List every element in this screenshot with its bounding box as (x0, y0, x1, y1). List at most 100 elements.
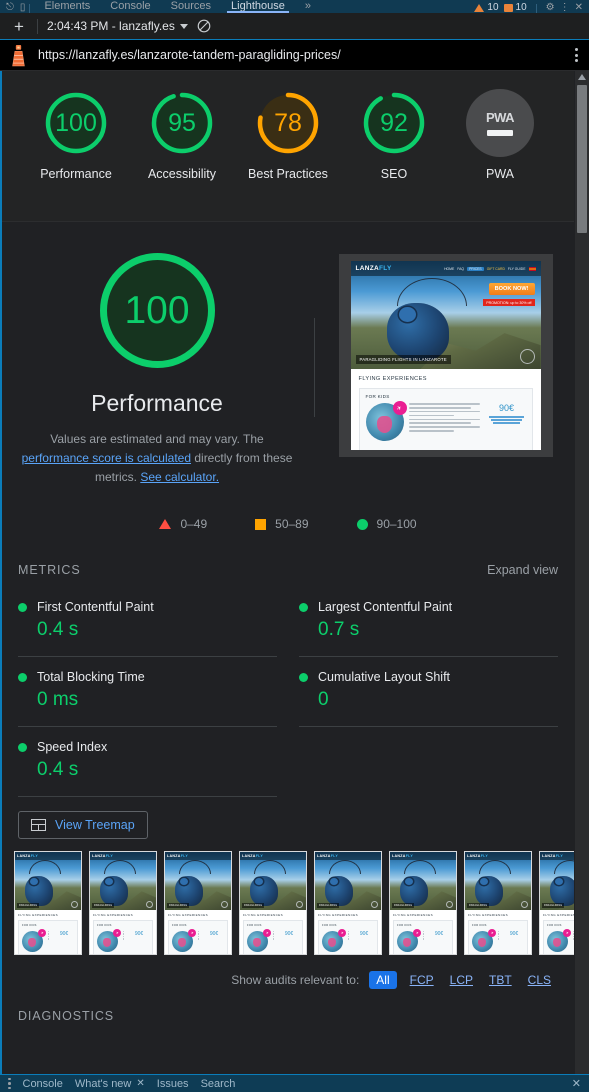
paraglider-badge-icon (392, 401, 407, 415)
filmstrip-frame[interactable]: LANZAFLYPARAGLIDING FLYING EXPERIENCESFO… (14, 851, 82, 955)
scrollbar-thumb[interactable] (577, 85, 587, 233)
audit-filter-fcp[interactable]: FCP (407, 972, 437, 988)
clear-icon[interactable] (197, 19, 211, 33)
gauge-performance[interactable]: 100 Performance (36, 89, 116, 182)
gauge-seo[interactable]: 92 SEO (354, 89, 434, 182)
site-nav-item-home: HOME (444, 266, 455, 271)
drawer-tab-issues[interactable]: Issues (157, 1078, 189, 1090)
report-selector[interactable]: 2:04:43 PM - lanzafly.es (47, 19, 188, 33)
performance-score-calculated-link[interactable]: performance score is calculated (22, 451, 191, 465)
view-treemap-label: View Treemap (55, 818, 135, 832)
site-kids-card: FOR KIDS ✈ 90€ (358, 388, 533, 450)
audit-filter-all[interactable]: All (369, 971, 397, 989)
new-report-button[interactable]: + (10, 18, 28, 35)
devtools-more-tabs-button[interactable]: » (295, 0, 321, 13)
drawer-tab-console[interactable]: Console (23, 1078, 63, 1090)
audit-filter-cls[interactable]: CLS (525, 972, 554, 988)
warning-badge[interactable]: 10 (474, 2, 499, 13)
drawer-tab-label: What's new (74, 1077, 132, 1090)
drawer-tab-search[interactable]: Search (201, 1078, 236, 1090)
metric-value: 0 ms (37, 689, 79, 710)
more-vertical-icon[interactable]: ⋮ (560, 2, 570, 13)
gauge-label-accessibility: Accessibility (147, 167, 217, 181)
metric-name: Total Blocking Time (37, 670, 145, 684)
gauge-ring-performance: 100 (42, 89, 110, 157)
devtools-tab-sources[interactable]: Sources (161, 0, 221, 13)
inspect-icon[interactable]: ⎋ (6, 2, 14, 13)
category-score-gauges: 100 Performance 95 Accessibility 78 Best… (2, 71, 574, 222)
kebab-menu-icon[interactable] (573, 46, 580, 64)
audit-filter-lcp[interactable]: LCP (447, 972, 476, 988)
final-screenshot-panel: LANZAFLY HOME FAQ PRICES GIFT CARD FLY G… (333, 248, 558, 487)
gear-icon[interactable]: ⚙ (546, 2, 555, 13)
metric-empty-slot (299, 727, 558, 797)
screenshot-filmstrip: LANZAFLY PARAGLIDING FLYING EXPERIENCES FO… (2, 839, 574, 955)
devtools-tab-console[interactable]: Console (100, 0, 160, 13)
final-screenshot: LANZAFLY HOME FAQ PRICES GIFT CARD FLY G… (350, 261, 541, 450)
gauge-ring-best-practices: 78 (254, 89, 322, 157)
status-dot-pass-icon (18, 602, 27, 612)
gauge-label-seo: SEO (380, 167, 408, 181)
filmstrip-frame[interactable]: LANZAFLYPARAGLIDING FLYING EXPERIENCESFO… (464, 851, 532, 955)
performance-summary: 100 Performance Values are estimated and… (18, 248, 296, 487)
device-toolbar-icon[interactable]: ▯ (20, 2, 26, 13)
site-nav-item-prices: PRICES (467, 266, 484, 271)
view-treemap-button[interactable]: View Treemap (18, 811, 148, 839)
site-nav-item-faq: FAQ (457, 266, 465, 271)
devtools-tab-lighthouse[interactable]: Lighthouse (221, 0, 295, 13)
language-flag-icon (528, 266, 536, 271)
site-logo: LANZAFLY (356, 265, 392, 272)
metric-largest-contentful-paint[interactable]: Largest Contentful Paint 0.7 s (299, 587, 558, 657)
site-price-note (488, 416, 526, 424)
gauge-accessibility[interactable]: 95 Accessibility (142, 89, 222, 182)
site-section-title: FLYING EXPERIENCES (358, 376, 427, 382)
filmstrip-frame[interactable]: LANZAFLYPARAGLIDING FLYING EXPERIENCESFO… (389, 851, 457, 955)
divider (37, 18, 38, 34)
metric-speed-index[interactable]: Speed Index 0.4 s (18, 727, 277, 797)
divider (314, 318, 315, 417)
filmstrip-frame[interactable]: LANZAFLYPARAGLIDING FLYING EXPERIENCESFO… (314, 851, 382, 955)
metric-total-blocking-time[interactable]: Total Blocking Time 0 ms (18, 657, 277, 727)
filmstrip-frame[interactable]: LANZAFLYPARAGLIDING FLYING EXPERIENCESFO… (239, 851, 307, 955)
metric-cumulative-layout-shift[interactable]: Cumulative Layout Shift 0 (299, 657, 558, 727)
filmstrip-frame[interactable]: LANZAFLYPARAGLIDING FLYING EXPERIENCESFO… (164, 851, 232, 955)
gauge-pwa[interactable]: PWA PWA (460, 89, 540, 182)
devtools-tab-elements[interactable]: Elements (34, 0, 100, 13)
gauge-best-practices[interactable]: 78 Best Practices (248, 89, 328, 182)
metric-name: Cumulative Layout Shift (318, 670, 451, 684)
gauge-score-seo: 92 (380, 108, 408, 137)
audit-filter-tbt[interactable]: TBT (486, 972, 515, 988)
gauge-label-pwa: PWA (485, 167, 514, 181)
filmstrip-frame[interactable]: LANZAFLYPARAGLIDING FLYING EXPERIENCESFO… (539, 851, 574, 955)
drawer-close-icon[interactable]: ✕ (572, 1077, 581, 1090)
close-icon[interactable]: ✕ (136, 1078, 144, 1089)
close-icon[interactable]: ✕ (575, 2, 583, 13)
status-dot-pass-icon (18, 742, 27, 752)
lighthouse-icon (12, 44, 25, 66)
promo-banner: PROMOTION: up to 30% off (483, 299, 535, 306)
drawer-tab-label: Search (200, 1077, 236, 1090)
metric-first-contentful-paint[interactable]: First Contentful Paint 0.4 s (18, 587, 277, 657)
error-badge[interactable]: 10 (503, 2, 527, 13)
error-square-icon (503, 3, 513, 12)
page-title: Performance (91, 390, 223, 416)
gauge-label-best-practices: Best Practices (248, 167, 328, 181)
legend-range-fail: 0–49 (180, 517, 208, 531)
circle-pass-icon (356, 518, 368, 530)
report-vertical-scrollbar[interactable] (575, 71, 589, 1074)
drawer-menu-icon[interactable] (8, 1077, 11, 1090)
scroll-up-arrow-icon[interactable] (578, 74, 586, 80)
site-nav-item-gift-card: GIFT CARD (486, 266, 505, 271)
metric-name: Largest Contentful Paint (318, 600, 453, 614)
site-hero: LANZAFLY HOME FAQ PRICES GIFT CARD FLY G… (350, 261, 541, 369)
drawer-tab-whats-new[interactable]: What's new ✕ (75, 1078, 145, 1090)
pwa-badge-text: PWA (485, 110, 515, 125)
warning-triangle-icon (474, 3, 485, 12)
expand-view-toggle[interactable]: Expand view (487, 563, 558, 577)
see-calculator-link[interactable]: See calculator. (140, 470, 219, 484)
filmstrip-frame[interactable]: LANZAFLYPARAGLIDING FLYING EXPERIENCESFO… (89, 851, 157, 955)
warning-count: 10 (487, 2, 499, 13)
metrics-header: METRICS Expand view (2, 555, 574, 577)
status-dot-pass-icon (299, 602, 308, 612)
metric-value: 0.4 s (37, 619, 79, 640)
